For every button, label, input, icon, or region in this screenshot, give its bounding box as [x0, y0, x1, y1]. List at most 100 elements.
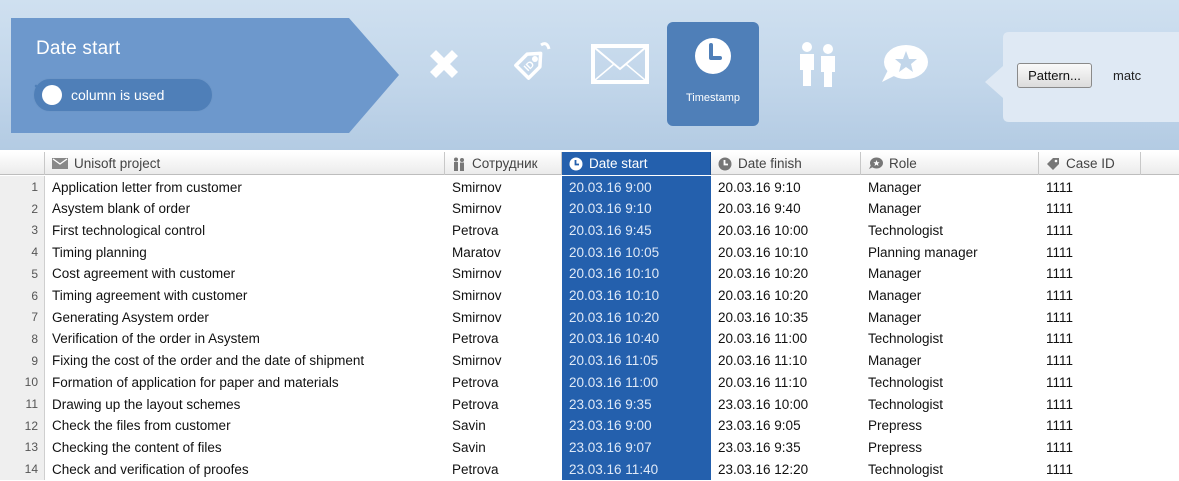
- header-date-start[interactable]: Date start: [562, 152, 711, 175]
- cell-role[interactable]: Planning manager: [861, 241, 1039, 263]
- cell-employee[interactable]: Petrova: [445, 393, 562, 415]
- cell-date-start[interactable]: 23.03.16 9:35: [562, 393, 711, 415]
- cell-date-finish[interactable]: 20.03.16 11:10: [711, 371, 861, 393]
- cell-role[interactable]: Technologist: [861, 393, 1039, 415]
- cell-date-start[interactable]: 20.03.16 10:20: [562, 306, 711, 329]
- cell-project[interactable]: Application letter from customer: [45, 176, 445, 198]
- cell-project[interactable]: Timing planning: [45, 241, 445, 263]
- cell-date-start[interactable]: 20.03.16 9:00: [562, 176, 711, 198]
- star-chat-icon[interactable]: [868, 28, 940, 100]
- cell-date-finish[interactable]: 20.03.16 10:20: [711, 263, 861, 285]
- cell-role[interactable]: Manager: [861, 263, 1039, 285]
- cell-date-start[interactable]: 23.03.16 9:00: [562, 414, 711, 437]
- cell-role[interactable]: Technologist: [861, 371, 1039, 393]
- table-row[interactable]: 12 Check the files from customer Savin 23.0…: [0, 414, 1179, 437]
- cell-date-start[interactable]: 23.03.16 11:40: [562, 458, 711, 481]
- cell-employee[interactable]: Smirnov: [445, 285, 562, 307]
- cell-employee[interactable]: Smirnov: [445, 263, 562, 285]
- header-unisoft-project[interactable]: Unisoft project: [45, 152, 445, 175]
- cell-date-start[interactable]: 20.03.16 10:05: [562, 241, 711, 264]
- table-row[interactable]: 6 Timing agreement with customer Smirnov 20…: [0, 284, 1179, 307]
- cell-date-finish[interactable]: 20.03.16 10:20: [711, 285, 861, 307]
- cell-employee[interactable]: Savin: [445, 436, 562, 458]
- cell-project[interactable]: Drawing up the layout schemes: [45, 393, 445, 415]
- cell-role[interactable]: Manager: [861, 350, 1039, 372]
- table-row[interactable]: 2 Asystem blank of order Smirnov 20.03.16 9…: [0, 197, 1179, 220]
- header-employee[interactable]: Сотрудник: [445, 152, 562, 175]
- table-row[interactable]: 9 Fixing the cost of the order and the da…: [0, 349, 1179, 372]
- cell-employee[interactable]: Smirnov: [445, 198, 562, 220]
- cell-date-start[interactable]: 20.03.16 10:40: [562, 327, 711, 350]
- cell-date-finish[interactable]: 20.03.16 10:10: [711, 241, 861, 263]
- cell-date-start[interactable]: 20.03.16 11:00: [562, 371, 711, 394]
- table-row[interactable]: 8 Verification of the order in Asystem Pet…: [0, 327, 1179, 350]
- pattern-button[interactable]: Pattern...: [1017, 63, 1092, 88]
- cell-date-start[interactable]: 20.03.16 10:10: [562, 262, 711, 285]
- cell-employee[interactable]: Smirnov: [445, 306, 562, 328]
- cell-project[interactable]: Asystem blank of order: [45, 198, 445, 220]
- cell-employee[interactable]: Maratov: [445, 241, 562, 263]
- cell-role[interactable]: Manager: [861, 198, 1039, 220]
- cell-date-start[interactable]: 20.03.16 9:45: [562, 219, 711, 242]
- cell-date-finish[interactable]: 23.03.16 9:05: [711, 415, 861, 437]
- table-row[interactable]: 5 Cost agreement with customer Smirnov 20.0…: [0, 262, 1179, 285]
- cell-date-finish[interactable]: 23.03.16 10:00: [711, 393, 861, 415]
- cell-date-start[interactable]: 20.03.16 10:10: [562, 284, 711, 307]
- cell-date-finish[interactable]: 20.03.16 10:35: [711, 306, 861, 328]
- cell-project[interactable]: Timing agreement with customer: [45, 285, 445, 307]
- cell-employee[interactable]: Petrova: [445, 371, 562, 393]
- cell-case-id[interactable]: 1111: [1039, 263, 1141, 285]
- cell-date-finish[interactable]: 20.03.16 10:00: [711, 219, 861, 241]
- cell-role[interactable]: Technologist: [861, 328, 1039, 350]
- cell-role[interactable]: Technologist: [861, 458, 1039, 480]
- cell-date-finish[interactable]: 20.03.16 9:40: [711, 198, 861, 220]
- cell-case-id[interactable]: 1111: [1039, 393, 1141, 415]
- cell-project[interactable]: Formation of application for paper and m…: [45, 371, 445, 393]
- header-role[interactable]: Role: [861, 152, 1039, 175]
- cell-date-finish[interactable]: 20.03.16 11:00: [711, 328, 861, 350]
- cell-project[interactable]: Check the files from customer: [45, 415, 445, 437]
- cell-project[interactable]: Checking the content of files: [45, 436, 445, 458]
- cell-project[interactable]: First technological control: [45, 219, 445, 241]
- table-row[interactable]: 3 First technological control Petrova 20.03…: [0, 219, 1179, 242]
- cell-date-start[interactable]: 20.03.16 11:05: [562, 349, 711, 372]
- cell-case-id[interactable]: 1111: [1039, 241, 1141, 263]
- cell-date-start[interactable]: 20.03.16 9:10: [562, 197, 711, 220]
- cell-project[interactable]: Generating Asystem order: [45, 306, 445, 328]
- cell-project[interactable]: Check and verification of proofes: [45, 458, 445, 480]
- cell-case-id[interactable]: 1111: [1039, 436, 1141, 458]
- cell-date-start[interactable]: 23.03.16 9:07: [562, 436, 711, 459]
- table-row[interactable]: 1 Application letter from customer Smirnov…: [0, 176, 1179, 198]
- cell-role[interactable]: Prepress: [861, 415, 1039, 437]
- cell-case-id[interactable]: 1111: [1039, 458, 1141, 480]
- cell-role[interactable]: Prepress: [861, 436, 1039, 458]
- cell-employee[interactable]: Smirnov: [445, 350, 562, 372]
- cell-case-id[interactable]: 1111: [1039, 306, 1141, 328]
- cell-date-finish[interactable]: 20.03.16 9:10: [711, 176, 861, 198]
- cell-employee[interactable]: Smirnov: [445, 176, 562, 198]
- cell-role[interactable]: Technologist: [861, 219, 1039, 241]
- cell-employee[interactable]: Petrova: [445, 458, 562, 480]
- cell-project[interactable]: Cost agreement with customer: [45, 263, 445, 285]
- users-icon[interactable]: [782, 28, 854, 100]
- cell-date-finish[interactable]: 23.03.16 9:35: [711, 436, 861, 458]
- cell-role[interactable]: Manager: [861, 176, 1039, 198]
- table-row[interactable]: 14 Check and verification of proofes Petro…: [0, 458, 1179, 481]
- table-row[interactable]: 4 Timing planning Maratov 20.03.16 10:05 20.…: [0, 241, 1179, 264]
- table-row[interactable]: 13 Checking the content of files Savin 23.0…: [0, 436, 1179, 459]
- cell-case-id[interactable]: 1111: [1039, 371, 1141, 393]
- table-row[interactable]: 10 Formation of application for paper and…: [0, 371, 1179, 394]
- cell-date-finish[interactable]: 20.03.16 11:10: [711, 350, 861, 372]
- cell-case-id[interactable]: 1111: [1039, 219, 1141, 241]
- column-used-toggle[interactable]: column is used: [33, 78, 213, 112]
- cell-date-finish[interactable]: 23.03.16 12:20: [711, 458, 861, 480]
- cell-case-id[interactable]: 1111: [1039, 415, 1141, 437]
- table-row[interactable]: 7 Generating Asystem order Smirnov 20.03.16…: [0, 306, 1179, 329]
- cell-case-id[interactable]: 1111: [1039, 350, 1141, 372]
- cell-project[interactable]: Verification of the order in Asystem: [45, 328, 445, 350]
- header-case-id[interactable]: Case ID: [1039, 152, 1141, 175]
- delete-icon[interactable]: [408, 28, 480, 100]
- timestamp-tool[interactable]: Timestamp: [667, 22, 759, 126]
- cell-employee[interactable]: Savin: [445, 415, 562, 437]
- table-row[interactable]: 11 Drawing up the layout schemes Petrova 23…: [0, 393, 1179, 415]
